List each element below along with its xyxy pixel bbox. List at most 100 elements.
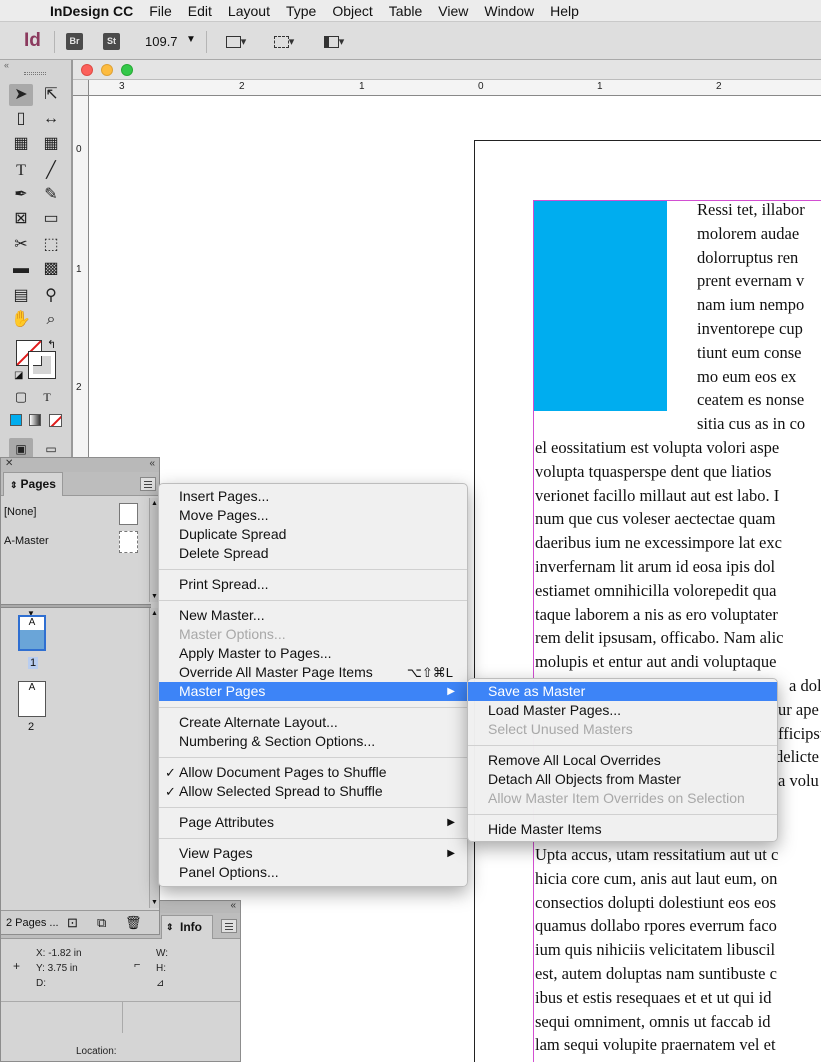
formatting-text-icon[interactable]: T — [35, 386, 59, 408]
menu-item-insert-pages[interactable]: Insert Pages... — [159, 487, 467, 506]
menu-file[interactable]: File — [141, 0, 180, 22]
horizontal-ruler[interactable]: 3 2 1 0 1 2 — [89, 80, 821, 96]
page-tool-icon[interactable]: ▯ — [9, 108, 33, 130]
scroll-down-icon[interactable]: ▼ — [151, 899, 158, 906]
default-fill-stroke-icon[interactable]: ◪ — [14, 370, 23, 381]
collapse-panel-icon[interactable]: « — [230, 900, 236, 911]
formatting-container-icon[interactable]: ▢ — [9, 386, 33, 408]
gradient-swatch-tool-icon[interactable]: ▬ — [9, 258, 33, 280]
type-tool-icon[interactable]: T — [9, 160, 33, 182]
page-number-2[interactable]: 2 — [28, 721, 34, 733]
free-transform-tool-icon[interactable]: ⬚ — [39, 234, 63, 256]
menu-item-move-pages[interactable]: Move Pages... — [159, 506, 467, 525]
zoom-level[interactable]: 109.7 — [145, 34, 178, 49]
menu-item-view-pages[interactable]: View Pages ▶ — [159, 844, 467, 863]
menu-item-duplicate-spread[interactable]: Duplicate Spread — [159, 525, 467, 544]
hand-tool-icon[interactable]: ✋ — [9, 309, 33, 331]
rectangle-tool-icon[interactable]: ▭ — [39, 208, 63, 230]
menu-item-page-attributes[interactable]: Page Attributes ▶ — [159, 813, 467, 832]
close-panel-icon[interactable]: ✕ — [5, 458, 13, 469]
menu-view[interactable]: View — [430, 0, 476, 22]
master-a[interactable]: A-Master — [4, 535, 49, 547]
master-a-thumbnail[interactable] — [119, 531, 138, 553]
apply-color-icon[interactable] — [10, 414, 22, 426]
menu-layout[interactable]: Layout — [220, 0, 278, 22]
eyedropper-tool-icon[interactable]: ⚲ — [39, 285, 63, 307]
menu-window[interactable]: Window — [476, 0, 542, 22]
selection-tool-icon[interactable]: ➤ — [9, 84, 33, 106]
scissors-tool-icon[interactable]: ✂ — [9, 234, 33, 256]
page-number-1[interactable]: 1 — [28, 657, 39, 669]
rectangle-frame-tool-icon[interactable]: ⊠ — [9, 208, 33, 230]
view-options-icon[interactable]: ▾ — [222, 33, 250, 51]
scroll-down-icon[interactable]: ▼ — [151, 593, 158, 600]
menu-table[interactable]: Table — [381, 0, 430, 22]
new-page-icon[interactable]: ⧉ — [97, 911, 106, 935]
panel-menu-button[interactable] — [140, 477, 156, 491]
gap-tool-icon[interactable]: ↔ — [39, 108, 63, 130]
gradient-feather-tool-icon[interactable]: ▩ — [39, 258, 63, 280]
collapse-panel-icon[interactable]: « — [4, 60, 9, 70]
menu-item-detach-objects[interactable]: Detach All Objects from Master — [468, 770, 777, 789]
menu-item-allow-document-shuffle[interactable]: ✓ Allow Document Pages to Shuffle — [159, 763, 467, 782]
ruler-origin[interactable] — [73, 80, 89, 96]
line-tool-icon[interactable]: ╱ — [39, 160, 63, 182]
tab-pages[interactable]: ⇕ Pages — [3, 472, 63, 496]
menu-edit[interactable]: Edit — [180, 0, 220, 22]
panel-grip[interactable] — [24, 72, 46, 75]
menu-help[interactable]: Help — [542, 0, 587, 22]
swap-fill-stroke-icon[interactable]: ↰ — [47, 338, 56, 351]
panel-header[interactable]: ✕ « — [1, 458, 159, 472]
tab-info[interactable]: ⇕ Info — [161, 915, 213, 939]
menu-item-print-spread[interactable]: Print Spread... — [159, 575, 467, 594]
minimize-window-button[interactable] — [101, 64, 113, 76]
bridge-button[interactable]: Br — [66, 33, 83, 50]
menu-type[interactable]: Type — [278, 0, 324, 22]
scroll-up-icon[interactable]: ▲ — [151, 500, 158, 507]
pen-tool-icon[interactable]: ✒ — [9, 184, 33, 206]
menu-object[interactable]: Object — [324, 0, 380, 22]
menu-item-numbering-section[interactable]: Numbering & Section Options... — [159, 732, 467, 751]
menu-item-load-master-pages[interactable]: Load Master Pages... — [468, 701, 777, 720]
zoom-tool-icon[interactable]: ⌕ — [39, 309, 63, 331]
menu-app-name[interactable]: InDesign CC — [42, 0, 141, 22]
apply-none-icon[interactable] — [49, 414, 62, 427]
page-thumbnail-2[interactable]: A — [18, 681, 46, 717]
note-tool-icon[interactable]: ▤ — [9, 285, 33, 307]
panel-divider[interactable] — [1, 604, 151, 608]
rectangle-frame[interactable] — [534, 201, 667, 411]
text-frame-lower[interactable]: Upta accus, utam ressitatium aut ut c hi… — [535, 843, 821, 1057]
edit-page-size-icon[interactable]: ⊡ — [67, 911, 78, 935]
master-none-thumbnail[interactable] — [119, 503, 138, 525]
panel-menu-button[interactable] — [221, 919, 237, 933]
menu-item-create-alternate-layout[interactable]: Create Alternate Layout... — [159, 713, 467, 732]
text-frame-right[interactable]: Ressi tet, illabor molorem audae dolorru… — [697, 198, 821, 436]
apply-gradient-icon[interactable] — [29, 414, 41, 426]
page-thumbnail-1[interactable]: A — [18, 615, 46, 651]
scroll-up-icon[interactable]: ▲ — [151, 610, 158, 617]
delete-page-icon[interactable]: 🗑 — [125, 911, 142, 935]
stock-button[interactable]: St — [103, 33, 120, 50]
menu-item-override-all[interactable]: Override All Master Page Items ⌥⇧⌘L — [159, 663, 467, 682]
content-collector-icon[interactable]: ▦ — [9, 133, 33, 155]
menu-item-hide-master-items[interactable]: Hide Master Items — [468, 820, 777, 839]
menu-item-allow-spread-shuffle[interactable]: ✓ Allow Selected Spread to Shuffle — [159, 782, 467, 801]
menu-item-master-pages[interactable]: Master Pages ▶ — [159, 682, 467, 701]
close-window-button[interactable] — [81, 64, 93, 76]
menu-item-delete-spread[interactable]: Delete Spread — [159, 544, 467, 563]
menu-item-save-as-master[interactable]: Save as Master — [468, 682, 777, 701]
stroke-swatch-icon[interactable] — [28, 351, 56, 379]
direct-selection-tool-icon[interactable]: ⇱ — [39, 84, 63, 106]
menu-item-remove-local-overrides[interactable]: Remove All Local Overrides — [468, 751, 777, 770]
screen-mode-icon[interactable]: ▾ — [270, 33, 298, 51]
zoom-dropdown-icon[interactable]: ▼ — [186, 34, 196, 45]
collapse-panel-icon[interactable]: « — [149, 458, 155, 469]
menu-item-apply-master[interactable]: Apply Master to Pages... — [159, 644, 467, 663]
content-placer-icon[interactable]: ▦ — [39, 133, 63, 155]
pencil-tool-icon[interactable]: ✎ — [39, 184, 63, 206]
master-none[interactable]: [None] — [4, 506, 36, 518]
zoom-window-button[interactable] — [121, 64, 133, 76]
arrange-documents-icon[interactable]: ▾ — [320, 33, 348, 51]
menu-item-new-master[interactable]: New Master... — [159, 606, 467, 625]
menu-item-panel-options[interactable]: Panel Options... — [159, 863, 467, 882]
